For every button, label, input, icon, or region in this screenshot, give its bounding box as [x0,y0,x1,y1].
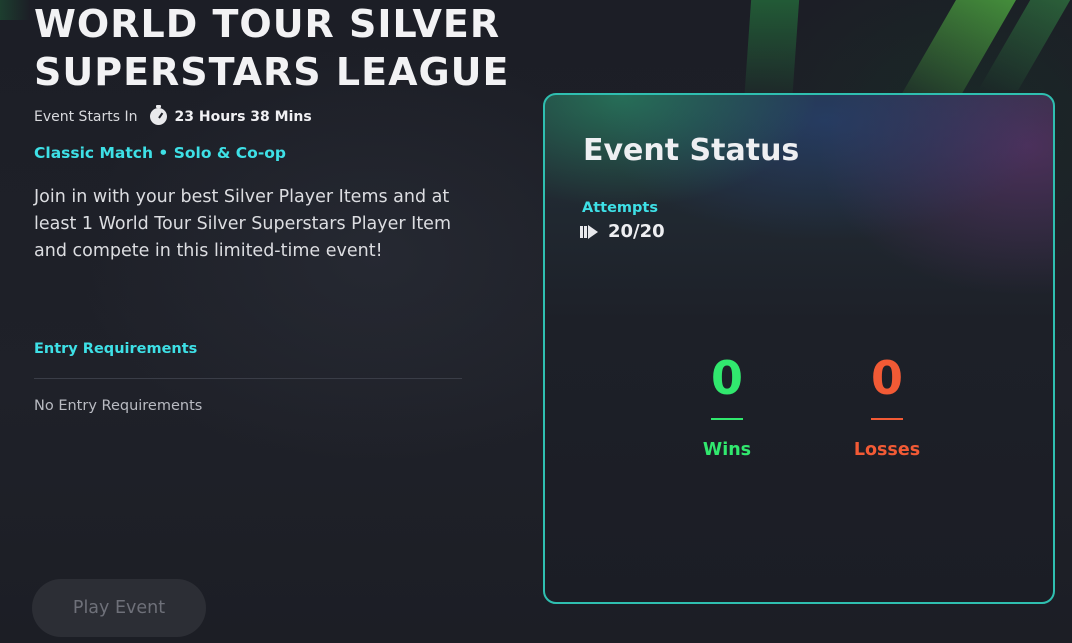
losses-count: 0 [870,351,903,405]
attempts-label: Attempts [582,200,658,216]
entry-requirements-heading: Entry Requirements [34,341,198,357]
attempts-row: 20/20 [580,221,665,242]
event-title-line-2: SUPERSTARS LEAGUE [34,50,510,94]
event-status-title: Event Status [583,133,800,168]
stopwatch-icon [149,105,167,125]
entry-requirements-value: No Entry Requirements [34,398,203,414]
event-description: Join in with your best Silver Player Ite… [34,187,451,261]
wins-underline [711,418,743,420]
losses-label: Losses [853,440,921,460]
divider [34,378,462,379]
event-title: WORLD TOUR SILVER SUPERSTARS LEAGUE [34,0,510,96]
event-title-line-1: WORLD TOUR SILVER [34,2,501,46]
play-event-button[interactable]: Play Event [32,579,206,637]
losses-underline [871,418,903,420]
countdown-label: Event Starts In [34,108,138,125]
wins-stat: 0 Wins [667,350,787,460]
wins-label: Wins [702,440,752,460]
event-mode: Classic Match • Solo & Co-op [34,144,286,162]
attempts-icon [580,224,598,239]
countdown-time: 23 Hours 38 Mins [174,108,312,125]
wins-count: 0 [710,351,743,405]
event-status-panel: Event Status Attempts 20/20 0 Wins 0 Los… [543,93,1055,604]
attempts-value: 20/20 [608,221,665,242]
event-countdown: Event Starts In 23 Hours 38 Mins [34,105,312,125]
losses-stat: 0 Losses [827,350,947,460]
